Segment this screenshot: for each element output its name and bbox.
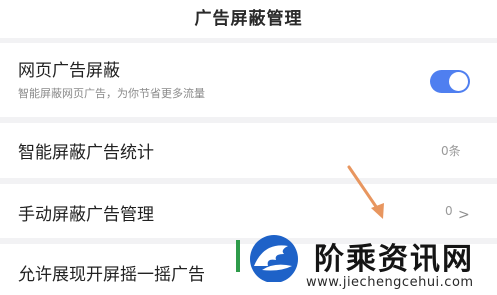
eagle-logo-icon (236, 235, 298, 282)
watermark-logo-text: 阶乘资讯网 (314, 242, 474, 277)
app-header: 广告屏蔽管理 (0, 0, 497, 38)
web-ad-block-toggle[interactable] (430, 70, 470, 93)
manual-block-row[interactable]: 手动屏蔽广告管理 0 (0, 184, 497, 238)
manual-block-count: 0 (445, 204, 453, 218)
web-ad-block-subtitle: 智能屏蔽网页广告，为你节省更多流量 (18, 87, 205, 100)
shake-ads-title: 允许展现开屏摇一摇广告 (18, 265, 205, 285)
watermark-url: www.jiechengcehui.com (306, 275, 474, 290)
manual-block-title: 手动屏蔽广告管理 (18, 205, 154, 225)
web-ad-block-title: 网页广告屏蔽 (18, 61, 120, 81)
ad-stats-row[interactable]: 智能屏蔽广告统计 0条 (0, 123, 497, 178)
toggle-knob (449, 72, 468, 91)
chevron-right-icon: > (458, 207, 470, 223)
page-title: 广告屏蔽管理 (194, 9, 303, 29)
site-watermark: 阶乘资讯网 www.jiechengcehui.com (234, 232, 497, 295)
ad-stats-title: 智能屏蔽广告统计 (18, 143, 154, 163)
ad-stats-count: 0条 (441, 144, 461, 158)
web-ad-block-row[interactable]: 网页广告屏蔽 智能屏蔽网页广告，为你节省更多流量 (0, 43, 497, 117)
annotation-arrow-icon (347, 165, 384, 219)
